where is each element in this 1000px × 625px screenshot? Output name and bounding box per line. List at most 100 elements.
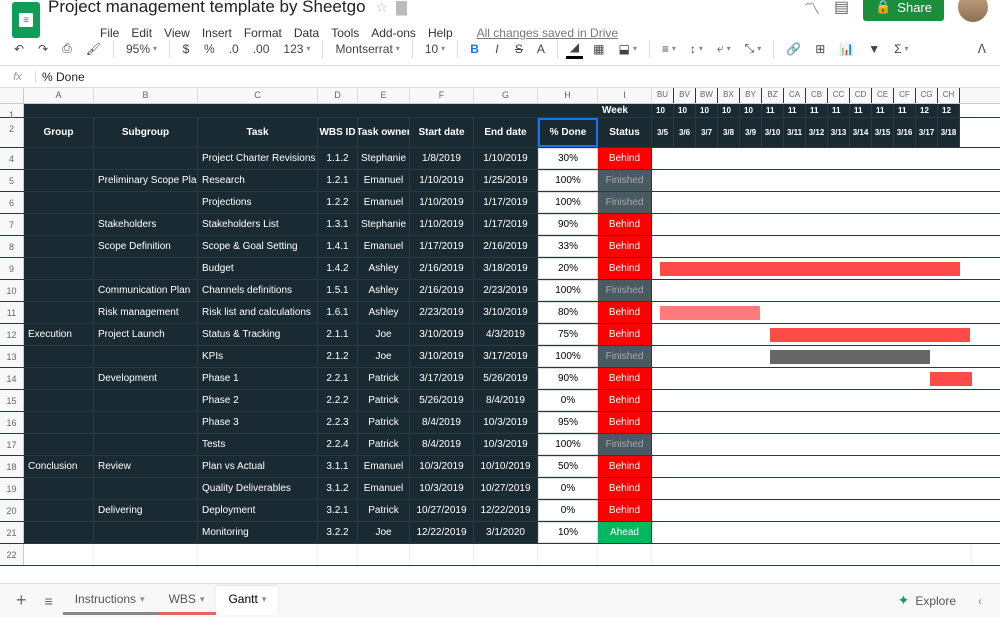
cell[interactable]: 1.5.1: [318, 280, 358, 301]
cell[interactable]: 1.2.2: [318, 192, 358, 213]
comment-button[interactable]: ⊞: [811, 40, 829, 58]
cell[interactable]: 2.2.2: [318, 390, 358, 411]
cell[interactable]: 12/22/2019: [410, 522, 474, 543]
status-cell[interactable]: Behind: [598, 302, 652, 323]
link-button[interactable]: 🔗: [782, 40, 805, 58]
print-icon[interactable]: ⎙: [58, 39, 76, 58]
header-end[interactable]: End date: [474, 118, 538, 147]
cell[interactable]: Patrick: [358, 390, 410, 411]
pct-cell[interactable]: 100%: [538, 434, 598, 455]
cell[interactable]: 10/3/2019: [410, 456, 474, 477]
gantt-cell[interactable]: [652, 390, 972, 411]
cell[interactable]: [94, 478, 198, 499]
cell[interactable]: [24, 170, 94, 191]
row-header[interactable]: 4: [0, 148, 24, 169]
cell[interactable]: 4/3/2019: [474, 324, 538, 345]
cell[interactable]: 10/27/2019: [410, 500, 474, 521]
cell[interactable]: Delivering: [94, 500, 198, 521]
comment-icon[interactable]: ▤: [834, 0, 849, 17]
status-cell[interactable]: Finished: [598, 280, 652, 301]
cell[interactable]: 1/10/2019: [410, 170, 474, 191]
cell[interactable]: 10/3/2019: [410, 478, 474, 499]
gantt-cell[interactable]: [652, 434, 972, 455]
col-header[interactable]: BY: [740, 88, 762, 103]
cell[interactable]: [94, 148, 198, 169]
cell[interactable]: Budget: [198, 258, 318, 279]
gantt-cell[interactable]: [652, 522, 972, 543]
cell[interactable]: 10/10/2019: [474, 456, 538, 477]
cell[interactable]: Phase 3: [198, 412, 318, 433]
gantt-cell[interactable]: [652, 456, 972, 477]
cell[interactable]: Project Launch: [94, 324, 198, 345]
cell[interactable]: Plan vs Actual: [198, 456, 318, 477]
currency-icon[interactable]: $: [178, 40, 194, 58]
status-cell[interactable]: Behind: [598, 478, 652, 499]
cell[interactable]: [94, 390, 198, 411]
status-cell[interactable]: Behind: [598, 148, 652, 169]
cell[interactable]: Phase 1: [198, 368, 318, 389]
col-header[interactable]: D: [318, 88, 358, 103]
row-header[interactable]: 1: [0, 104, 24, 117]
cell[interactable]: 2/23/2019: [410, 302, 474, 323]
cell[interactable]: 2/16/2019: [410, 258, 474, 279]
status-cell[interactable]: Behind: [598, 258, 652, 279]
trend-icon[interactable]: 〽: [804, 0, 820, 19]
cell[interactable]: 3/1/2020: [474, 522, 538, 543]
cell[interactable]: Joe: [358, 522, 410, 543]
col-header[interactable]: BV: [674, 88, 696, 103]
cell[interactable]: [24, 236, 94, 257]
gantt-cell[interactable]: [652, 280, 972, 301]
rotate-button[interactable]: ⤡: [741, 39, 766, 58]
status-cell[interactable]: Ahead: [598, 522, 652, 543]
cell[interactable]: KPIs: [198, 346, 318, 367]
cell[interactable]: [24, 214, 94, 235]
row-header[interactable]: 13: [0, 346, 24, 367]
font-select[interactable]: Montserrat: [331, 40, 403, 58]
col-header[interactable]: BX: [718, 88, 740, 103]
status-cell[interactable]: Behind: [598, 236, 652, 257]
borders-button[interactable]: ▦: [589, 40, 608, 58]
cell[interactable]: Emanuel: [358, 456, 410, 477]
cell[interactable]: 2/23/2019: [474, 280, 538, 301]
cell[interactable]: 1.1.2: [318, 148, 358, 169]
col-header[interactable]: CD: [850, 88, 872, 103]
gantt-cell[interactable]: [652, 170, 972, 191]
cell[interactable]: 3/10/2019: [410, 324, 474, 345]
sheet-tab-gantt[interactable]: Gantt ▾: [216, 586, 278, 615]
cell[interactable]: [94, 412, 198, 433]
pct-cell[interactable]: 95%: [538, 412, 598, 433]
cell[interactable]: 5/26/2019: [410, 390, 474, 411]
header-status[interactable]: Status: [598, 118, 652, 147]
cell[interactable]: [24, 258, 94, 279]
cell[interactable]: Research: [198, 170, 318, 191]
cell[interactable]: [24, 280, 94, 301]
cell[interactable]: [24, 500, 94, 521]
cell[interactable]: 1.3.1: [318, 214, 358, 235]
row-header[interactable]: 14: [0, 368, 24, 389]
cell[interactable]: 1/17/2019: [410, 236, 474, 257]
redo-icon[interactable]: ↷: [34, 40, 52, 58]
status-cell[interactable]: Finished: [598, 346, 652, 367]
pct-cell[interactable]: 50%: [538, 456, 598, 477]
header-subgroup[interactable]: Subgroup: [94, 118, 198, 147]
cell[interactable]: [24, 346, 94, 367]
fill-color-button[interactable]: ◢: [566, 38, 583, 59]
cell[interactable]: 3/10/2019: [474, 302, 538, 323]
zoom-select[interactable]: 95%: [122, 40, 161, 58]
cell[interactable]: [24, 434, 94, 455]
cell[interactable]: 1/10/2019: [410, 192, 474, 213]
pct-cell[interactable]: 0%: [538, 478, 598, 499]
row-header[interactable]: 22: [0, 544, 24, 565]
status-cell[interactable]: Behind: [598, 390, 652, 411]
gantt-cell[interactable]: [652, 258, 972, 279]
col-header[interactable]: I: [598, 88, 652, 103]
row-header[interactable]: 2: [0, 118, 24, 147]
decimal-inc-icon[interactable]: .00: [249, 40, 274, 58]
cell[interactable]: 3.2.2: [318, 522, 358, 543]
row-header[interactable]: 11: [0, 302, 24, 323]
cell[interactable]: 2.1.2: [318, 346, 358, 367]
cell[interactable]: [24, 478, 94, 499]
cell[interactable]: 1/17/2019: [474, 214, 538, 235]
header-owner[interactable]: Task owner: [358, 118, 410, 147]
explore-button[interactable]: ✦ Explore: [888, 588, 966, 613]
